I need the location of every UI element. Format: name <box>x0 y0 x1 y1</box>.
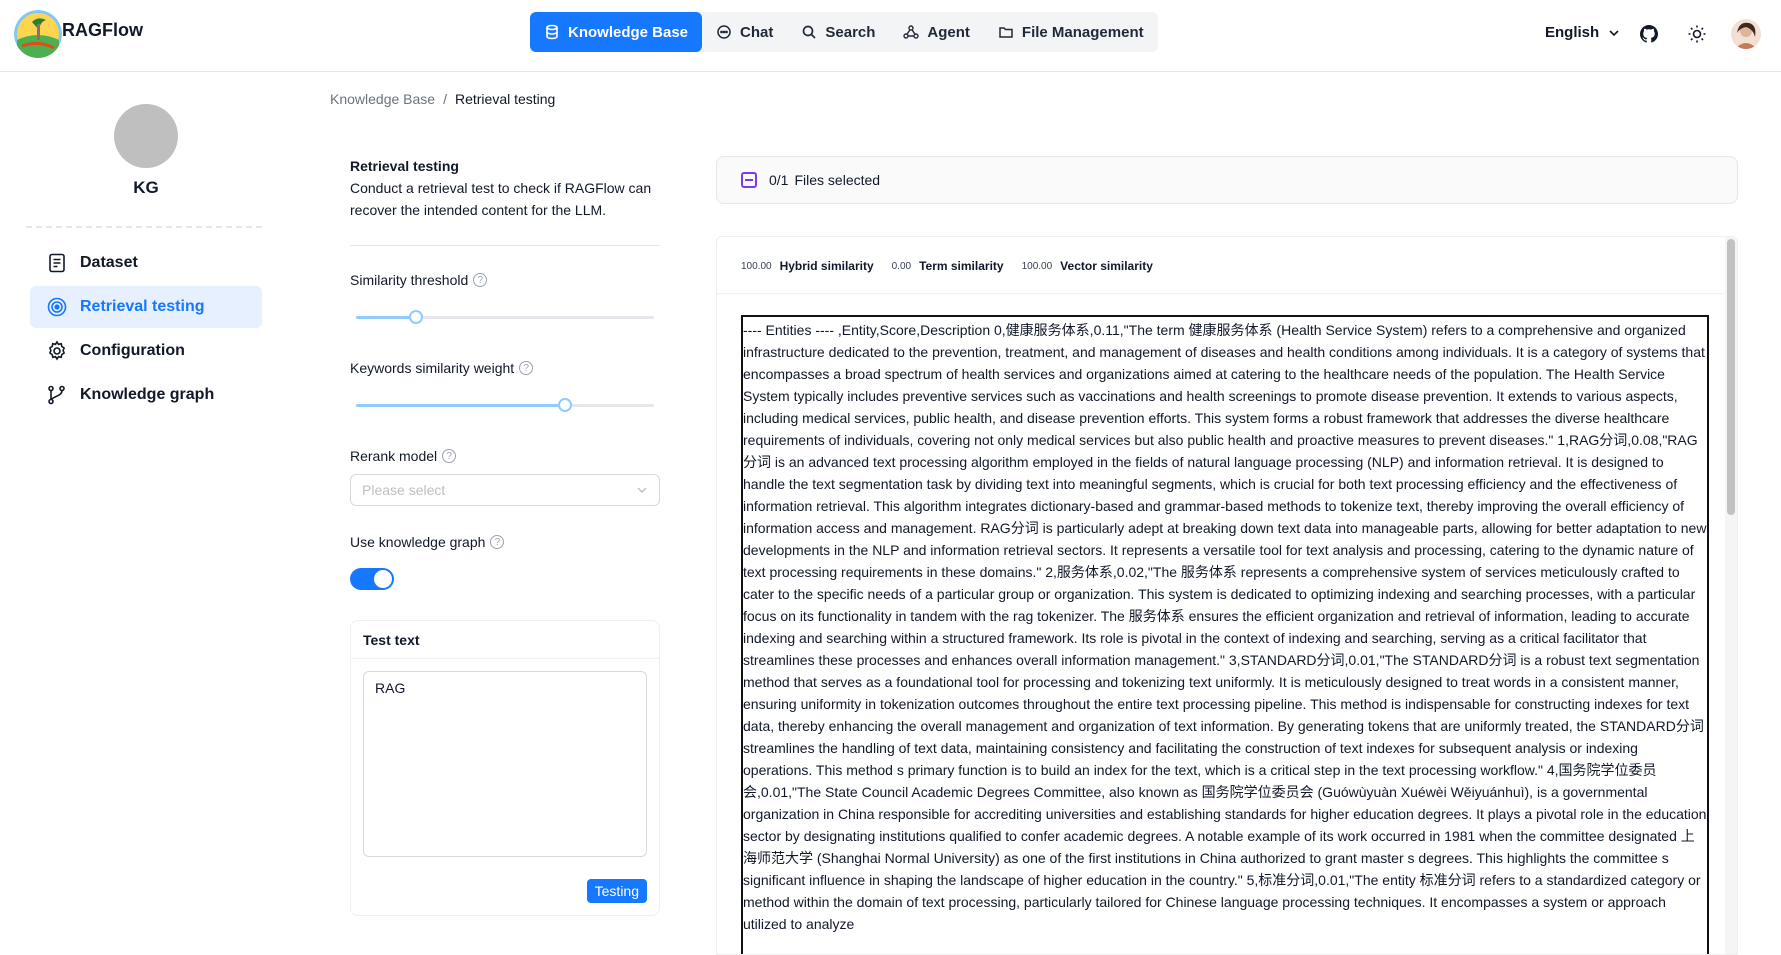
testing-button[interactable]: Testing <box>586 879 647 903</box>
database-icon <box>546 24 558 40</box>
sidebar-item-dataset[interactable]: Dataset <box>30 242 262 284</box>
brand-name: RAGFlow <box>62 20 143 40</box>
kb-name: KG <box>133 178 159 197</box>
breadcrumb-current: Retrieval testing <box>454 91 556 107</box>
term-similarity-label: Term similarity <box>919 259 1004 273</box>
use-knowledge-graph-label: Use knowledge graph ? <box>350 534 505 550</box>
nav-label: Knowledge Base <box>568 23 689 41</box>
search-icon <box>803 25 816 39</box>
sidebar-divider <box>26 226 262 228</box>
gear-icon <box>48 340 66 361</box>
hybrid-similarity-value: 100.00 <box>741 260 772 272</box>
breadcrumb-parent[interactable]: Knowledge Base <box>330 91 435 107</box>
sidebar-item-configuration[interactable]: Configuration <box>30 330 262 372</box>
vector-similarity-label: Vector similarity <box>1060 259 1153 273</box>
main-nav: Knowledge Base Chat Search Agent File Ma… <box>530 12 1158 52</box>
help-icon[interactable]: ? <box>473 273 488 287</box>
files-selected-count: 0/1 <box>769 172 789 188</box>
knowledge-graph-toggle[interactable] <box>350 568 394 590</box>
nav-chat[interactable]: Chat <box>702 12 787 52</box>
retrieval-settings: Retrieval testing Conduct a retrieval te… <box>350 158 660 916</box>
hybrid-similarity-label: Hybrid similarity <box>779 259 874 273</box>
sidebar-item-label: Configuration <box>80 342 185 359</box>
files-selected-label[interactable]: Files selected <box>794 172 880 188</box>
language-label: English <box>1545 24 1600 41</box>
chat-icon <box>717 25 731 39</box>
chevron-down-icon <box>637 487 647 493</box>
toggle-knob <box>374 570 392 588</box>
files-selected-bar: 0/1 Files selected <box>716 156 1738 204</box>
chevron-down-icon <box>1609 29 1619 36</box>
similarity-threshold-slider[interactable] <box>356 310 654 324</box>
nav-label: Search <box>825 23 876 41</box>
field-label-text: Use knowledge graph <box>350 534 486 550</box>
rerank-model-label: Rerank model ? <box>350 448 457 464</box>
language-select[interactable]: English <box>1545 24 1621 41</box>
rerank-model-select[interactable]: Please select <box>350 474 660 506</box>
settings-title: Retrieval testing <box>350 158 459 174</box>
nav-agent[interactable]: Agent <box>889 12 984 52</box>
select-all-checkbox[interactable] <box>741 172 757 188</box>
retrieval-results: 100.00 Hybrid similarity 0.00 Term simil… <box>716 236 1738 955</box>
field-label-text: Keywords similarity weight <box>350 360 515 376</box>
term-similarity-value: 0.00 <box>891 260 912 272</box>
github-icon[interactable] <box>1637 22 1661 46</box>
settings-divider <box>350 245 660 246</box>
slider-track <box>356 316 416 319</box>
test-text-input[interactable]: RAG <box>363 671 647 857</box>
target-icon <box>47 297 67 317</box>
user-avatar[interactable] <box>1731 19 1761 49</box>
nav-file-management[interactable]: File Management <box>984 12 1158 52</box>
top-header: RAGFlow Knowledge Base Chat Search Agent… <box>0 0 1781 72</box>
select-placeholder: Please select <box>362 482 446 498</box>
similarity-threshold-label: Similarity threshold ? <box>350 272 488 288</box>
slider-track <box>356 404 565 407</box>
breadcrumb: Knowledge Base / Retrieval testing <box>330 91 555 107</box>
sidebar-menu: Dataset Retrieval testing Configuration … <box>30 242 262 418</box>
keywords-weight-slider[interactable] <box>356 398 654 412</box>
nav-label: File Management <box>1021 23 1144 41</box>
keywords-weight-label: Keywords similarity weight ? <box>350 360 534 376</box>
sidebar-item-retrieval-testing[interactable]: Retrieval testing <box>30 286 262 328</box>
help-icon[interactable]: ? <box>519 361 534 375</box>
results-divider <box>717 293 1727 294</box>
agent-icon <box>903 25 920 39</box>
sidebar-item-knowledge-graph[interactable]: Knowledge graph <box>30 374 262 416</box>
slider-handle[interactable] <box>557 398 572 412</box>
sidebar-item-label: Retrieval testing <box>80 298 205 315</box>
document-icon <box>49 253 65 273</box>
nav-search[interactable]: Search <box>787 12 889 52</box>
breadcrumb-separator: / <box>443 91 447 107</box>
similarity-scores: 100.00 Hybrid similarity 0.00 Term simil… <box>741 259 1163 273</box>
graph-icon <box>48 385 65 405</box>
sidebar-item-label: Knowledge graph <box>80 386 215 403</box>
test-text-title: Test text <box>351 621 659 659</box>
theme-toggle-sun-icon[interactable] <box>1685 22 1709 46</box>
test-text-card: Test text RAG Testing <box>350 620 660 916</box>
field-label-text: Rerank model <box>350 448 438 464</box>
folder-icon <box>999 27 1013 38</box>
nav-knowledge-base[interactable]: Knowledge Base <box>530 12 703 52</box>
vector-similarity-value: 100.00 <box>1021 260 1053 272</box>
help-icon[interactable]: ? <box>442 449 457 463</box>
ragflow-logo[interactable] <box>14 10 62 58</box>
nav-label: Chat <box>740 23 774 41</box>
scrollbar-thumb[interactable] <box>1727 239 1735 515</box>
nav-label: Agent <box>927 23 970 41</box>
results-scrollbar[interactable] <box>1725 237 1737 954</box>
kb-avatar <box>114 104 178 168</box>
sidebar-item-label: Dataset <box>80 254 138 271</box>
chunk-content[interactable]: ---- Entities ---- ,Entity,Score,Descrip… <box>741 315 1709 954</box>
slider-handle[interactable] <box>408 310 423 324</box>
field-label-text: Similarity threshold <box>350 272 469 288</box>
help-icon[interactable]: ? <box>490 535 505 549</box>
settings-description: Conduct a retrieval test to check if RAG… <box>350 180 652 218</box>
